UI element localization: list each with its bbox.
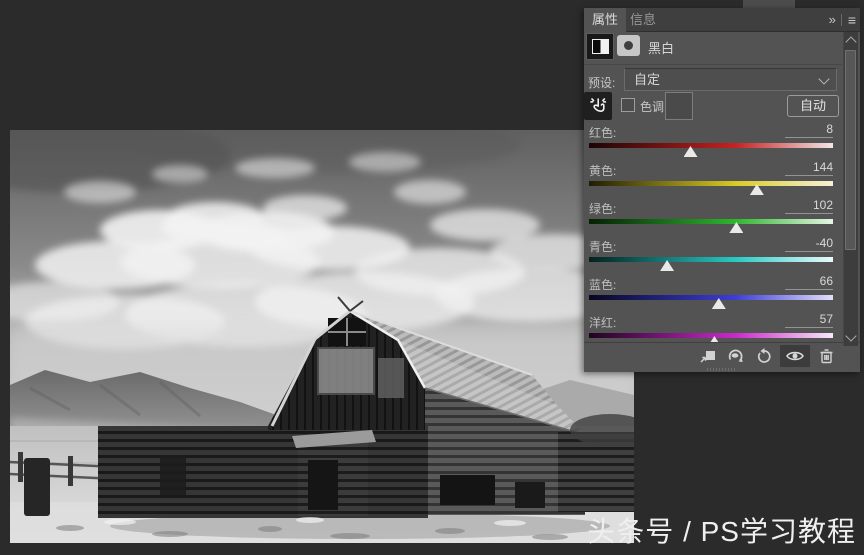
barn-photo: [10, 130, 634, 543]
slider-thumb[interactable]: [750, 184, 764, 195]
panel-scrollbar[interactable]: [843, 32, 858, 346]
scroll-down-icon[interactable]: [845, 330, 856, 341]
preset-value: 自定: [634, 72, 660, 87]
slider-value-field[interactable]: 57: [785, 312, 833, 328]
slider-label: 绿色:: [589, 200, 616, 217]
document-canvas[interactable]: [10, 130, 634, 543]
slider-row: 绿色: 102: [589, 197, 833, 235]
eye-icon: [785, 349, 805, 363]
mask-circle-icon: [624, 41, 633, 50]
slider-thumb[interactable]: [660, 260, 674, 271]
slider-thumb[interactable]: [729, 222, 743, 233]
slider-track[interactable]: [589, 181, 833, 186]
slider-row: 黄色: 144: [589, 159, 833, 197]
clip-to-layer-button[interactable]: [696, 345, 720, 367]
slider-track[interactable]: [589, 219, 833, 224]
slider-label: 红色:: [589, 124, 616, 141]
previous-state-eye-icon: [726, 347, 746, 364]
divider: [841, 14, 842, 26]
trash-icon: [819, 348, 834, 364]
background-panel-edge: [743, 0, 795, 8]
preset-label: 预设:: [588, 74, 615, 91]
slider-value-field[interactable]: 8: [785, 122, 833, 138]
scrollbar-thumb[interactable]: [845, 50, 856, 250]
adjustment-title: 黑白: [648, 38, 674, 57]
slider-row: 青色: -40: [589, 235, 833, 273]
slider-thumb[interactable]: [684, 146, 698, 157]
tint-color-swatch[interactable]: [665, 92, 693, 120]
slider-label: 蓝色:: [589, 276, 616, 293]
visibility-toggle-button[interactable]: [780, 345, 810, 367]
slider-label: 黄色:: [589, 162, 616, 179]
clip-to-layer-icon: [699, 348, 717, 364]
slider-row: 红色: 8: [589, 121, 833, 159]
slider-track[interactable]: [589, 295, 833, 300]
panel-menu-icon[interactable]: ≡: [848, 12, 856, 28]
watermark-text: 头条号 / PS学习教程: [587, 510, 856, 550]
divider: [584, 64, 842, 65]
scroll-up-icon[interactable]: [845, 36, 856, 47]
slider-label: 洋红:: [589, 314, 616, 331]
panel-tabbar: 属性 信息 » ≡: [584, 8, 860, 32]
preset-dropdown[interactable]: 自定: [624, 68, 837, 91]
view-previous-state-button[interactable]: [724, 345, 748, 367]
hand-pointer-icon: [588, 96, 608, 116]
slider-row: 蓝色: 66: [589, 273, 833, 311]
slider-value-field[interactable]: 102: [785, 198, 833, 214]
slider-thumb[interactable]: [712, 298, 726, 309]
panel-footer: [584, 342, 860, 368]
properties-panel: 属性 信息 » ≡ 黑白 预设: 自定 色调 自动: [584, 8, 860, 372]
tint-checkbox[interactable]: [621, 98, 635, 112]
photoshop-workspace: { "page": { "background": "#2b2b2b", "to…: [0, 0, 864, 555]
black-white-adjustment-icon[interactable]: [586, 33, 614, 60]
reset-button[interactable]: [752, 345, 776, 367]
layer-mask-icon[interactable]: [617, 35, 640, 56]
targeted-adjustment-tool-button[interactable]: [584, 92, 612, 120]
reset-arrow-icon: [755, 348, 773, 364]
slider-value-field[interactable]: -40: [785, 236, 833, 252]
chevron-down-icon: [818, 73, 829, 84]
slider-track[interactable]: [589, 333, 833, 338]
slider-value-field[interactable]: 66: [785, 274, 833, 290]
delete-button[interactable]: [814, 345, 838, 367]
tab-properties[interactable]: 属性: [584, 8, 626, 32]
slider-value-field[interactable]: 144: [785, 160, 833, 176]
tint-label: 色调: [640, 98, 664, 115]
collapse-panel-icon[interactable]: »: [829, 12, 835, 27]
slider-track[interactable]: [589, 143, 833, 148]
slider-label: 青色:: [589, 238, 616, 255]
slider-track[interactable]: [589, 257, 833, 262]
bw-split-square-icon: [592, 39, 609, 54]
tab-info[interactable]: 信息: [622, 8, 664, 31]
auto-button[interactable]: 自动: [787, 95, 839, 117]
panel-resize-grip[interactable]: [707, 368, 737, 371]
